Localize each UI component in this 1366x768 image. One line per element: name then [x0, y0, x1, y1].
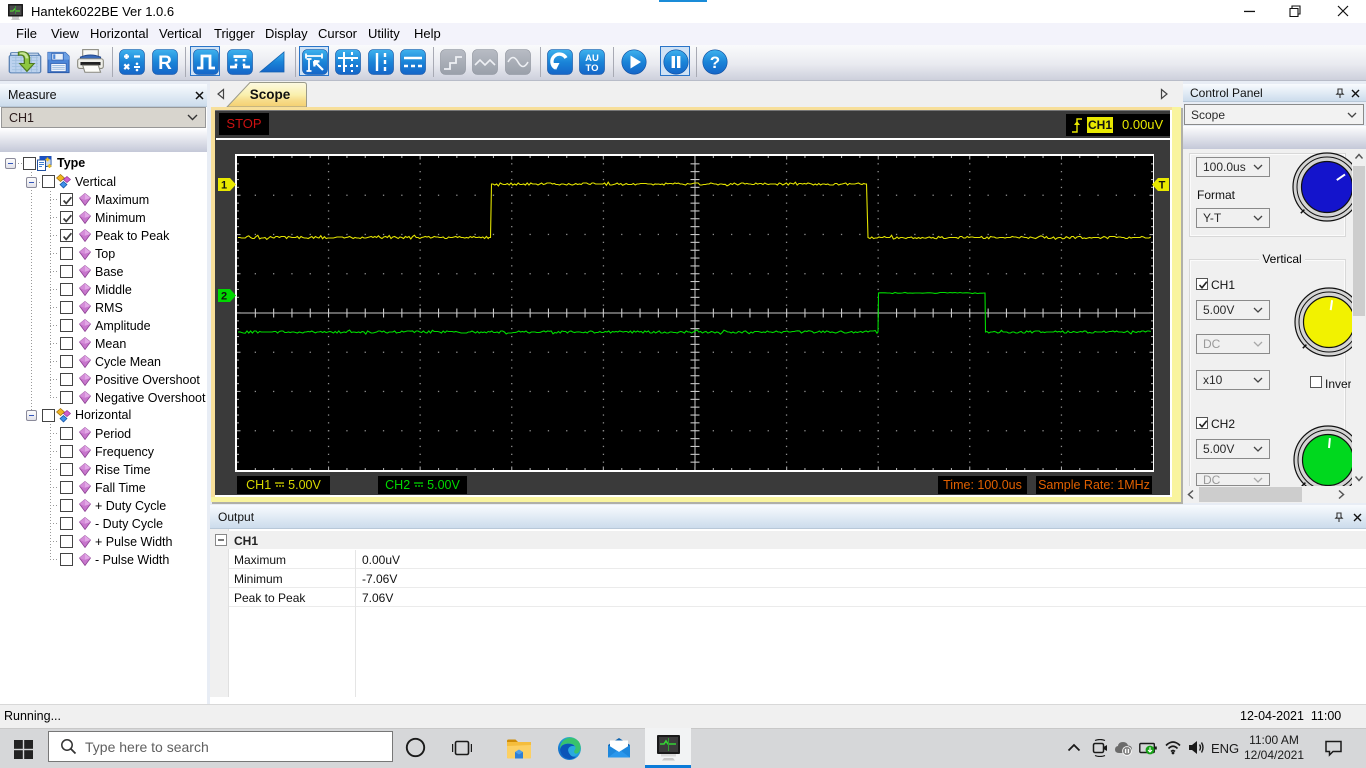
svg-text:Scope: Scope — [250, 87, 291, 102]
svg-text:1: 1 — [221, 180, 227, 192]
svg-text:R: R — [158, 53, 172, 74]
svg-text:TO: TO — [585, 63, 598, 74]
svg-text:?: ? — [710, 53, 720, 72]
svg-text:T: T — [1159, 180, 1166, 192]
svg-text:2: 2 — [221, 291, 227, 303]
